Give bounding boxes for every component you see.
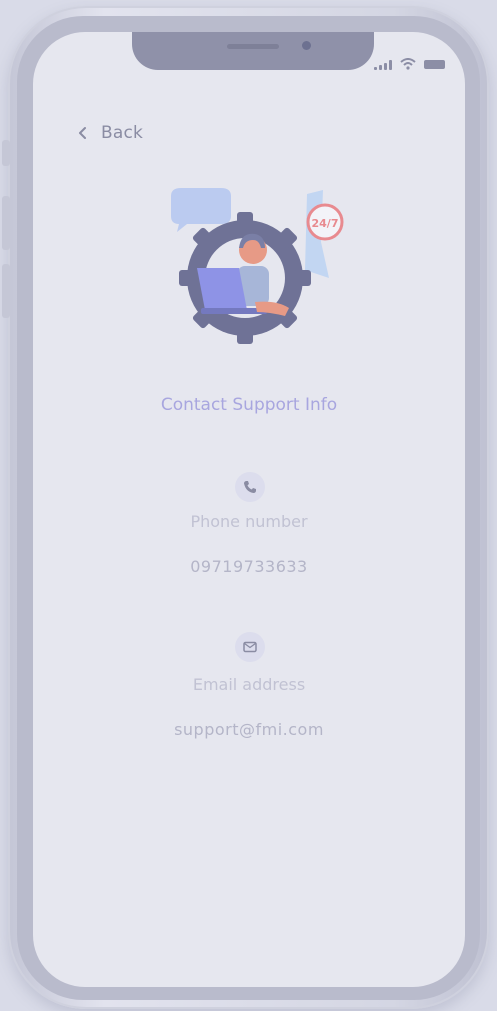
battery-icon bbox=[424, 60, 445, 69]
notch bbox=[132, 32, 374, 70]
email-value[interactable]: support@fmi.com bbox=[33, 720, 465, 739]
signal-icon bbox=[374, 60, 392, 70]
phone-icon-badge bbox=[235, 472, 265, 502]
wifi-icon bbox=[400, 58, 416, 70]
front-camera bbox=[302, 41, 311, 50]
volume-down-button bbox=[2, 264, 10, 318]
phone-screen: Back 24/7 Contact Support Info Phone num… bbox=[33, 32, 465, 987]
email-label: Email address bbox=[192, 675, 306, 694]
badge-text: 24/7 bbox=[312, 217, 339, 230]
mail-icon bbox=[243, 641, 257, 653]
speaker bbox=[227, 44, 279, 49]
chevron-left-icon bbox=[79, 127, 86, 139]
phone-icon bbox=[244, 481, 256, 493]
mute-switch bbox=[2, 140, 10, 166]
back-label: Back bbox=[101, 123, 144, 143]
phone-value[interactable]: 09719733633 bbox=[33, 557, 465, 576]
volume-up-button bbox=[2, 196, 10, 250]
support-illustration: 24/7 bbox=[171, 188, 344, 344]
phone-label: Phone number bbox=[190, 512, 308, 531]
page-title: Contact Support Info bbox=[160, 395, 338, 415]
status-bar bbox=[374, 58, 445, 70]
back-button[interactable]: Back bbox=[77, 123, 143, 143]
mail-icon-badge bbox=[235, 632, 265, 662]
